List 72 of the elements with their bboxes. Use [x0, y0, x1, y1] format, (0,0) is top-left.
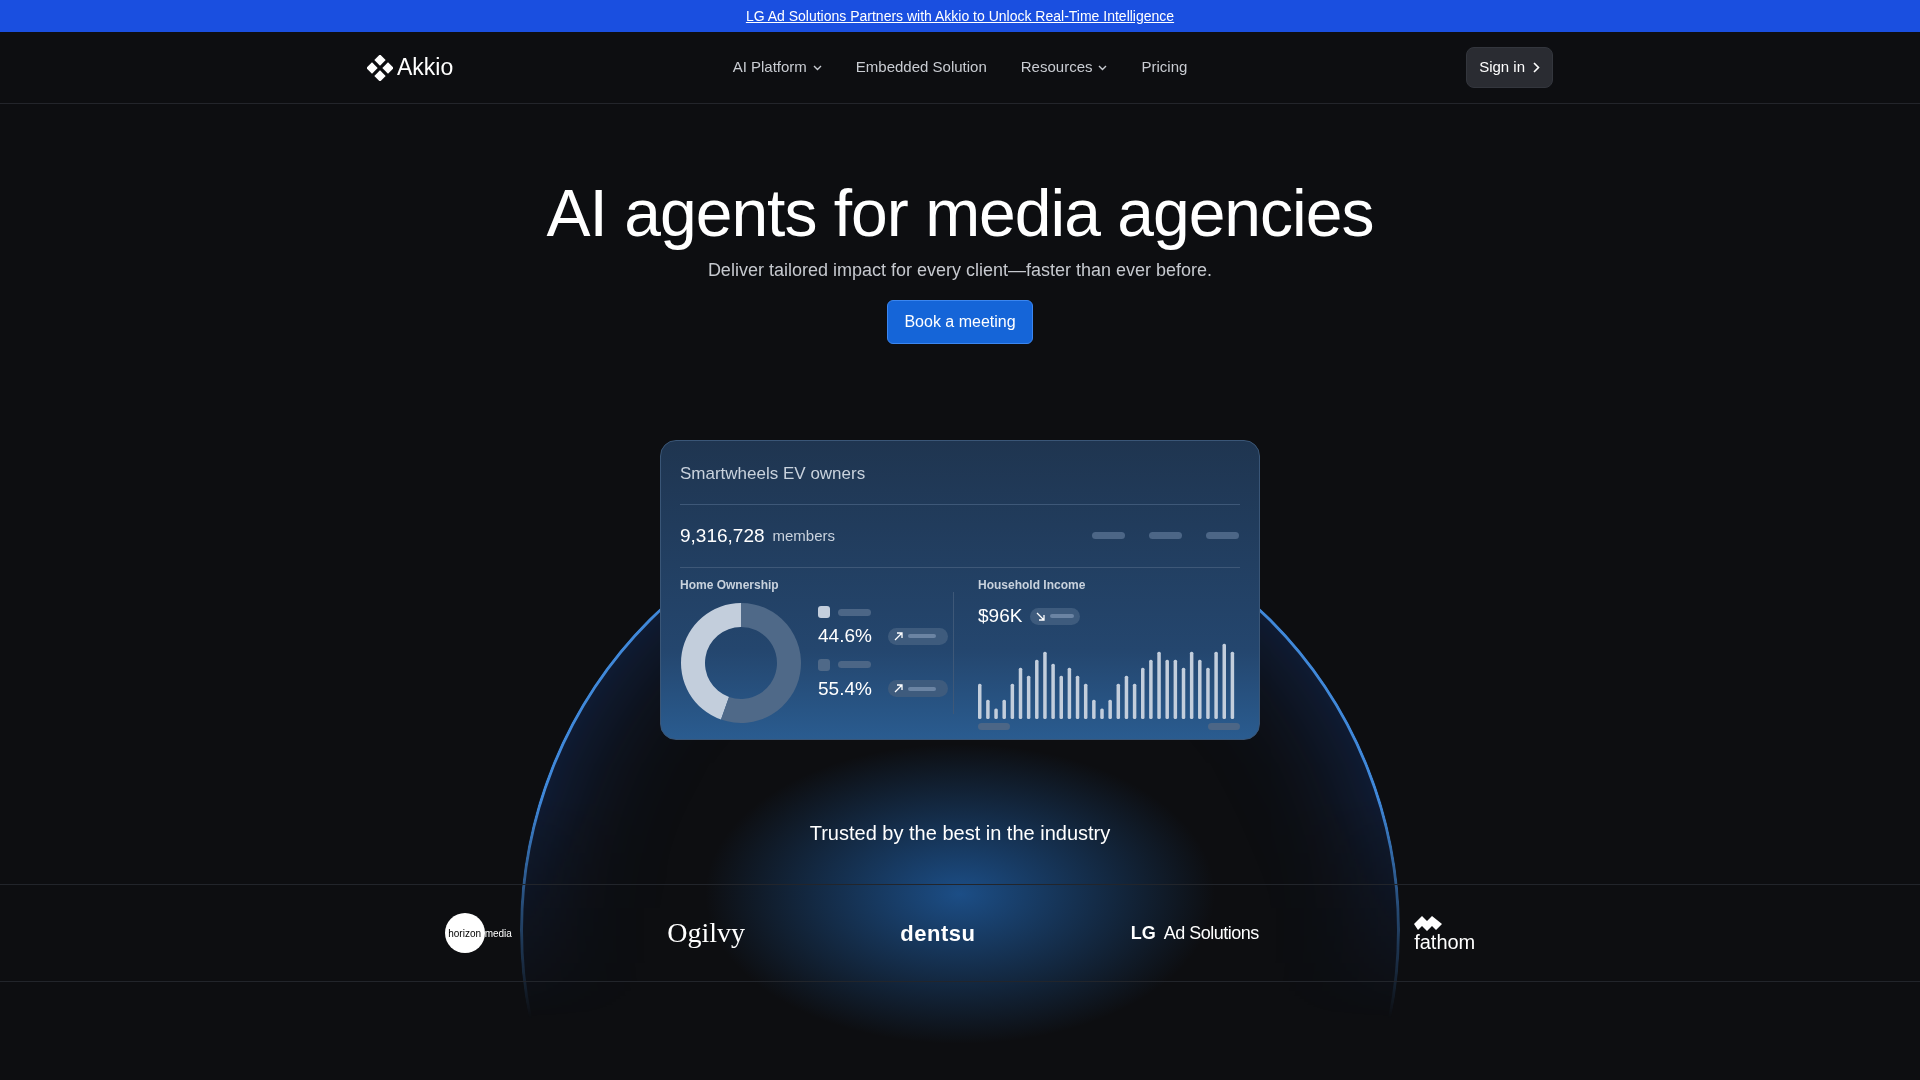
- bar: [1157, 651, 1161, 719]
- logo-text: Ad Solutions: [1163, 921, 1259, 945]
- bar: [1173, 659, 1178, 719]
- logo-text: fathom: [1414, 932, 1476, 953]
- bar: [1198, 659, 1202, 719]
- chevron-right-icon: [1533, 62, 1540, 73]
- bar: [1010, 683, 1015, 719]
- member-count: 9,316,728: [680, 523, 765, 548]
- bar: [1206, 667, 1210, 719]
- section-title: Home Ownership: [680, 577, 780, 595]
- placeholder-bar: [838, 661, 871, 669]
- chevron-down-icon: [812, 64, 822, 71]
- hero-title: AI agents for media agencies: [546, 175, 1374, 252]
- bar: [1051, 663, 1055, 719]
- bar: [1181, 667, 1186, 719]
- chevron-down-icon: [1098, 64, 1108, 71]
- bar: [1035, 659, 1039, 719]
- bar: [1100, 708, 1104, 719]
- bar: [1083, 683, 1088, 719]
- nav-link[interactable]: Pricing: [1124, 56, 1205, 79]
- bar: [1059, 675, 1063, 719]
- bar: [1018, 667, 1023, 719]
- member-label: members: [772, 525, 836, 546]
- bar: [1132, 683, 1137, 719]
- book-meeting-button[interactable]: Book a meeting: [887, 300, 1033, 345]
- bar: [1026, 675, 1031, 719]
- percentage-value: 55.4%: [818, 676, 872, 701]
- bar: [1075, 675, 1080, 719]
- bar: [1002, 699, 1006, 719]
- bar: [1043, 651, 1047, 719]
- bar: [978, 683, 982, 719]
- card-title: Smartwheels EV owners: [680, 464, 866, 484]
- bar: [1189, 651, 1194, 719]
- bar: [1149, 659, 1153, 719]
- bar: [1141, 667, 1145, 719]
- bar: [1067, 667, 1072, 719]
- logo-text: Ogilvy: [667, 916, 745, 951]
- placeholder-bar: [1092, 532, 1125, 540]
- percentage-value: 44.6%: [818, 624, 872, 649]
- bar: [1108, 699, 1112, 719]
- sign-in-button[interactable]: Sign in: [1466, 47, 1553, 88]
- logo-icon: [1414, 914, 1445, 933]
- logo-mark: horizon: [444, 913, 485, 954]
- placeholder-bar: [1149, 532, 1182, 540]
- bar: [1116, 683, 1121, 719]
- announcement-link[interactable]: LG Ad Solutions Partners with Akkio to Unlock Real-Time Intelligence: [745, 5, 1175, 27]
- placeholder-bar: [978, 722, 1010, 730]
- nav-link[interactable]: Resources: [1003, 56, 1125, 79]
- nav-link[interactable]: Embedded Solution: [838, 56, 1004, 79]
- logo-text: media: [484, 926, 512, 941]
- hero-subtitle: Deliver tailored impact for every client—faster than ever before.: [707, 259, 1213, 283]
- arrow-up-right-icon: [893, 631, 903, 641]
- trusted-heading: Trusted by the best in the industry: [809, 822, 1111, 845]
- placeholder-bar: [838, 608, 871, 616]
- section-title: Household Income: [978, 577, 1087, 595]
- logo-text: LG: [1130, 921, 1156, 945]
- brand-name[interactable]: Akkio: [397, 50, 454, 85]
- income-value: $96K: [978, 604, 1023, 629]
- bar: [994, 708, 998, 719]
- bar: [1092, 699, 1096, 719]
- nav-link[interactable]: AI Platform: [715, 56, 839, 79]
- arrow-up-right-icon: [893, 684, 903, 694]
- placeholder-bar: [1208, 722, 1240, 730]
- placeholder-bar: [1206, 532, 1239, 540]
- bar: [986, 699, 990, 719]
- bar: [1230, 651, 1235, 719]
- arrow-down-right-icon: [1036, 611, 1046, 621]
- logo-text: dentsu: [900, 919, 976, 948]
- bar: [1214, 651, 1218, 719]
- bar: [1165, 659, 1169, 719]
- logo-icon: [367, 54, 393, 81]
- bar: [1124, 675, 1129, 719]
